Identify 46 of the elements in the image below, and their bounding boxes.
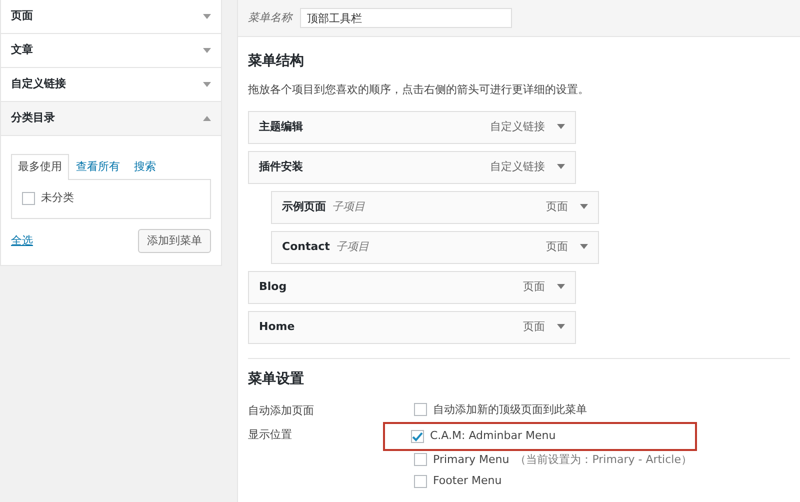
option-label: C.A.M: Adminbar Menu [430,428,556,444]
menu-item[interactable]: 插件安装 自定义链接 [248,150,576,184]
checkbox[interactable] [22,192,35,205]
accordion-header[interactable]: 文章 [1,34,221,68]
item-type: 页面 [523,318,545,335]
checkbox[interactable] [411,430,424,443]
option-note: （当前设置为：Primary - Article） [515,452,692,468]
item-title: 示例页面 [282,198,326,215]
menu-item[interactable]: 示例页面 子项目 页面 [271,190,599,224]
hint-text: 拖放各个项目到您喜欢的顺序，点击右侧的箭头可进行更详细的设置。 [248,82,590,98]
checkbox-label: 未分类 [41,190,74,206]
item-title: Blog [259,278,287,295]
section-heading: 菜单设置 [248,370,305,388]
tab[interactable]: 最多使用 [11,154,69,180]
checkbox[interactable] [414,403,427,416]
menu-item[interactable]: Contact 子项目 页面 [271,230,599,264]
setting-label: 自动添加页面 [248,402,315,418]
item-note: 子项目 [332,198,365,215]
menu-item[interactable]: Blog 页面 [248,270,576,304]
menu-item[interactable]: Home 页面 [248,310,576,344]
item-title: 插件安装 [259,158,303,175]
option-label: Primary Menu [433,452,510,468]
checkbox[interactable] [414,474,427,488]
select-all-link[interactable]: 全选 [11,232,33,249]
accordion-header[interactable]: 页面 [1,0,221,34]
tab[interactable]: 查看所有 [69,154,127,180]
item-type: 自定义链接 [490,118,545,135]
checkbox[interactable] [414,453,427,466]
item-type: 页面 [523,278,545,295]
setting-label: 显示位置 [248,427,293,443]
item-type: 自定义链接 [490,158,545,175]
tab[interactable]: 搜索 [127,154,163,180]
item-type: 页面 [546,198,568,215]
option-label: Footer Menu [433,473,502,489]
add-to-menu-button[interactable]: 添加到菜单 [138,228,211,253]
section-heading: 菜单结构 [248,52,305,71]
option-label: 自动添加新的顶级页面到此菜单 [433,402,587,418]
accordion-header[interactable]: 分类目录 [1,102,221,136]
item-type: 页面 [546,238,568,255]
item-title: 主题编辑 [259,118,303,135]
menu-item[interactable]: 主题编辑 自定义链接 [248,110,576,144]
menu-name-field[interactable]: 顶部工具栏 [300,8,512,28]
field-label: 菜单名称 [248,10,292,26]
item-title: Contact [282,238,330,255]
item-title: Home [259,318,295,335]
item-note: 子项目 [336,238,369,255]
